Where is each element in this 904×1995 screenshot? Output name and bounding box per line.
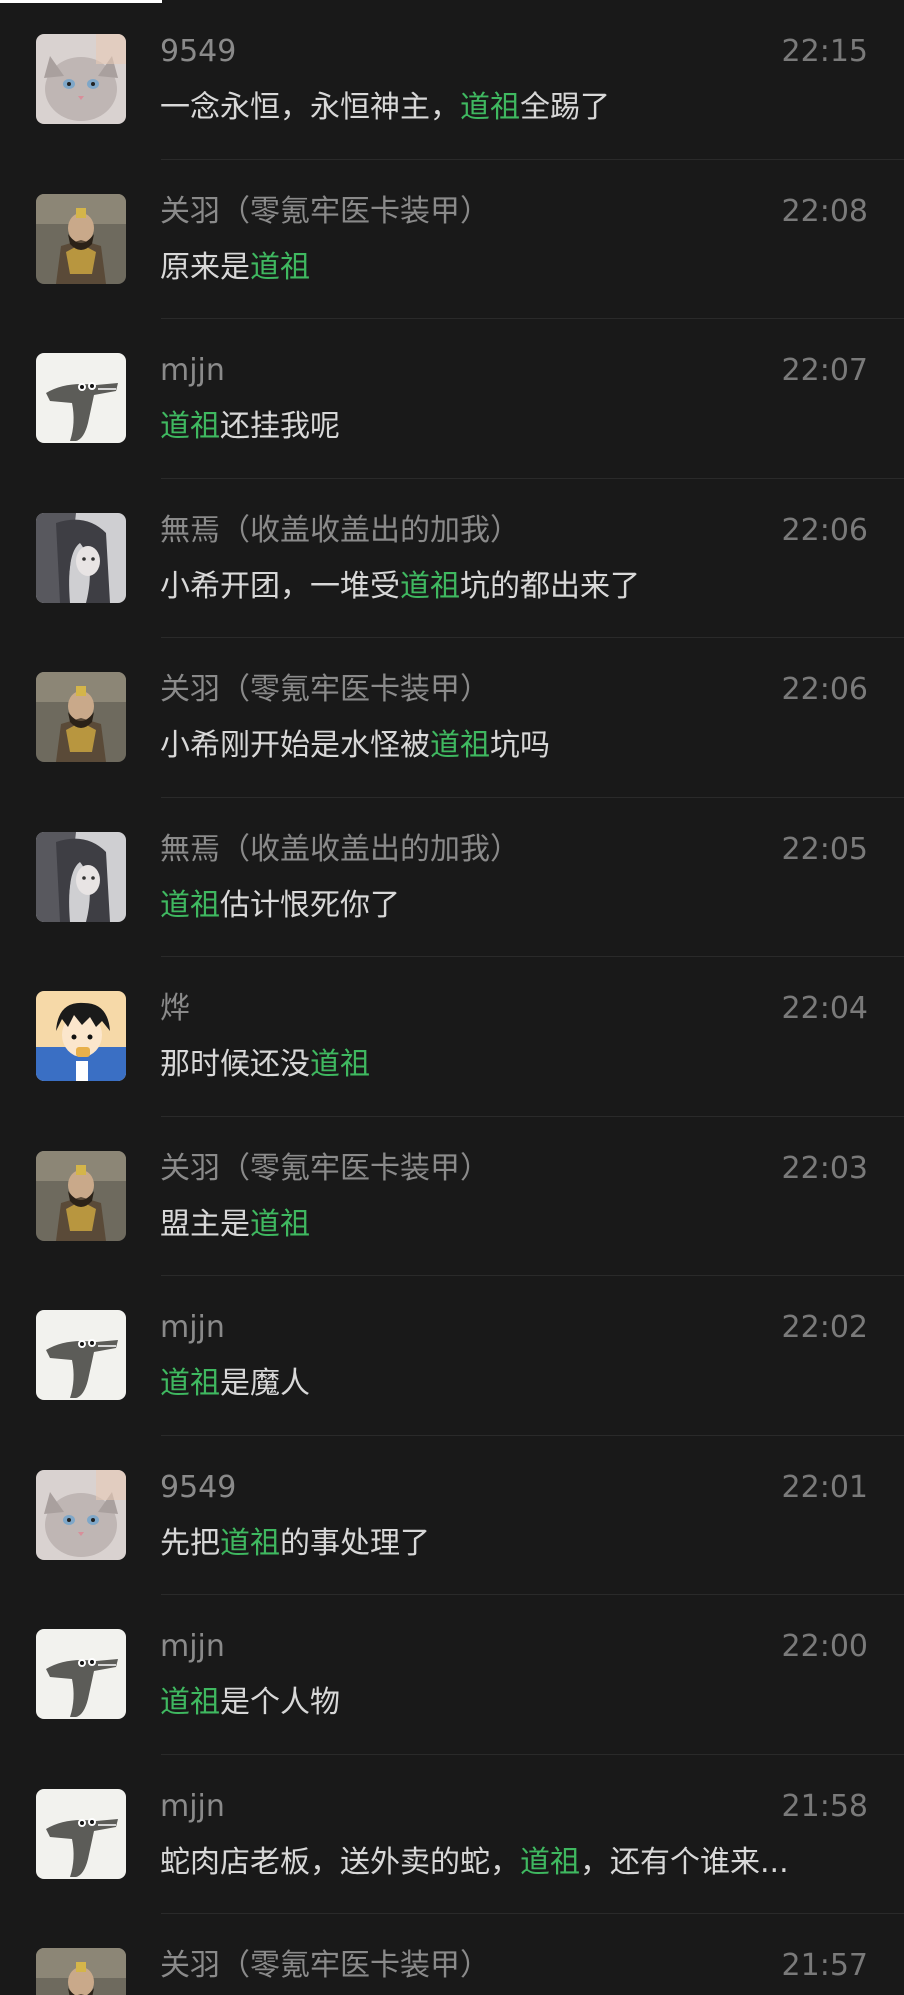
- warrior-avatar: [36, 193, 126, 284]
- crocodile-avatar: [36, 1629, 126, 1719]
- timestamp: 22:01: [781, 1469, 868, 1505]
- sender-name: mjjn: [160, 1629, 225, 1664]
- girl-avatar: [36, 831, 126, 922]
- text-after: 还挂我呢: [220, 409, 340, 444]
- timestamp: 22:03: [781, 1150, 868, 1186]
- crocodile-avatar: [36, 1310, 126, 1400]
- warrior-avatar: [36, 672, 126, 762]
- message-list[interactable]: 9549 22:15 一念永恒，永恒神主，道祖全踢了 关羽（零氪牢医卡装甲） 2…: [0, 0, 904, 1995]
- keyword-highlight: 道祖: [160, 409, 220, 444]
- timestamp: 22:06: [781, 512, 868, 548]
- message-snippet: 蛇肉店老板，送外卖的蛇，道祖，还有个谁来...: [160, 1843, 860, 1883]
- message-snippet: 小希刚开始是水怪被道祖坑吗: [160, 726, 860, 766]
- text-after: 全踢了: [520, 90, 610, 125]
- timestamp: 22:04: [781, 991, 868, 1026]
- list-item[interactable]: 关羽（零氪牢医卡装甲） 22:08 原来是道祖: [0, 160, 904, 319]
- message-snippet: 小希开团，一堆受道祖坑的都出来了: [160, 567, 860, 607]
- text-before: 那时候还没: [160, 1047, 310, 1082]
- sender-name: 無焉（收盖收盖出的加我）: [160, 831, 520, 867]
- list-item[interactable]: mjjn 22:00 道祖是个人物: [0, 1595, 904, 1755]
- sender-name: 关羽（零氪牢医卡装甲）: [160, 1150, 490, 1186]
- crocodile-avatar: [36, 353, 126, 443]
- sender-name: mjjn: [160, 1788, 225, 1824]
- girl-avatar: [36, 512, 126, 603]
- timestamp: 22:08: [781, 193, 868, 229]
- text-before: 小希开团，一堆受: [160, 568, 400, 604]
- list-item[interactable]: 烨 22:04 那时候还没道祖: [0, 957, 904, 1117]
- message-snippet: 那时候还没道祖: [160, 1045, 860, 1085]
- list-item[interactable]: mjjn 22:07 道祖还挂我呢: [0, 319, 904, 479]
- text-before: 蛇肉店老板，送外卖的蛇，: [160, 1844, 520, 1880]
- keyword-highlight: 道祖: [220, 1525, 280, 1561]
- text-before: 盟主是: [160, 1206, 250, 1242]
- cartoon-boy-avatar: [36, 991, 126, 1081]
- sender-name: 关羽（零氪牢医卡装甲）: [160, 1948, 490, 1983]
- keyword-highlight: 道祖: [250, 1206, 310, 1242]
- warrior-avatar: [36, 1948, 126, 1995]
- message-snippet: 道祖还挂我呢: [160, 407, 860, 447]
- message-snippet: 一念永恒，永恒神主，道祖全踢了: [160, 88, 860, 128]
- list-item[interactable]: mjjn 22:02 道祖是魔人: [0, 1276, 904, 1436]
- text-before: 原来是: [160, 249, 250, 285]
- search-results-page: 9549 22:15 一念永恒，永恒神主，道祖全踢了 关羽（零氪牢医卡装甲） 2…: [0, 0, 904, 1995]
- text-before: 小希刚开始是水怪被: [160, 728, 430, 763]
- text-before: 一念永恒，永恒神主，: [160, 90, 460, 125]
- message-snippet: 道祖是个人物: [160, 1683, 860, 1723]
- message-snippet: 道祖估计恨死你了: [160, 886, 860, 926]
- sender-name: mjjn: [160, 353, 225, 388]
- sender-name: 烨: [160, 991, 190, 1026]
- keyword-highlight: 道祖: [400, 568, 460, 604]
- text-after: 的事处理了: [280, 1525, 430, 1561]
- keyword-highlight: 道祖: [310, 1047, 370, 1082]
- text-after: ，还有个谁来...: [580, 1844, 789, 1880]
- message-snippet: 道祖是魔人: [160, 1364, 860, 1404]
- timestamp: 22:06: [781, 672, 868, 707]
- keyword-highlight: 道祖: [160, 1685, 220, 1720]
- list-item[interactable]: 9549 22:01 先把道祖的事处理了: [0, 1436, 904, 1595]
- list-item[interactable]: 無焉（收盖收盖出的加我） 22:05 道祖估计恨死你了: [0, 798, 904, 957]
- text-after: 是个人物: [220, 1685, 340, 1720]
- keyword-highlight: 道祖: [250, 249, 310, 285]
- timestamp: 22:07: [781, 353, 868, 388]
- list-item[interactable]: mjjn 21:58 蛇肉店老板，送外卖的蛇，道祖，还有个谁来...: [0, 1755, 904, 1914]
- timestamp: 22:15: [781, 34, 868, 69]
- keyword-highlight: 道祖: [430, 728, 490, 763]
- sender-name: mjjn: [160, 1310, 225, 1345]
- keyword-highlight: 道祖: [160, 887, 220, 923]
- text-after: 坑的都出来了: [460, 568, 640, 604]
- sender-name: 关羽（零氪牢医卡装甲）: [160, 672, 490, 707]
- cat-avatar: [36, 1469, 126, 1560]
- timestamp: 22:02: [781, 1310, 868, 1345]
- timestamp: 21:58: [781, 1788, 868, 1824]
- timestamp: 22:00: [781, 1629, 868, 1664]
- text-after: 估计恨死你了: [220, 887, 400, 923]
- timestamp: 21:57: [781, 1948, 868, 1983]
- sender-name: 关羽（零氪牢医卡装甲）: [160, 193, 490, 229]
- list-item[interactable]: 关羽（零氪牢医卡装甲） 22:03 盟主是道祖: [0, 1117, 904, 1276]
- warrior-avatar: [36, 1150, 126, 1241]
- keyword-highlight: 道祖: [520, 1844, 580, 1880]
- list-item[interactable]: 無焉（收盖收盖出的加我） 22:06 小希开团，一堆受道祖坑的都出来了: [0, 479, 904, 638]
- list-item[interactable]: 关羽（零氪牢医卡装甲） 21:57: [0, 1914, 904, 1995]
- cat-avatar: [36, 34, 126, 124]
- message-snippet: 原来是道祖: [160, 248, 860, 288]
- message-snippet: 盟主是道祖: [160, 1205, 860, 1245]
- text-before: 先把: [160, 1525, 220, 1561]
- text-after: 坑吗: [490, 728, 550, 763]
- text-after: 是魔人: [220, 1366, 310, 1401]
- keyword-highlight: 道祖: [460, 90, 520, 125]
- list-item[interactable]: 关羽（零氪牢医卡装甲） 22:06 小希刚开始是水怪被道祖坑吗: [0, 638, 904, 798]
- list-item[interactable]: 9549 22:15 一念永恒，永恒神主，道祖全踢了: [0, 0, 904, 160]
- sender-name: 無焉（收盖收盖出的加我）: [160, 512, 520, 548]
- message-snippet: 先把道祖的事处理了: [160, 1524, 860, 1564]
- sender-name: 9549: [160, 1469, 237, 1505]
- crocodile-avatar: [36, 1788, 126, 1879]
- timestamp: 22:05: [781, 831, 868, 867]
- sender-name: 9549: [160, 34, 237, 69]
- keyword-highlight: 道祖: [160, 1366, 220, 1401]
